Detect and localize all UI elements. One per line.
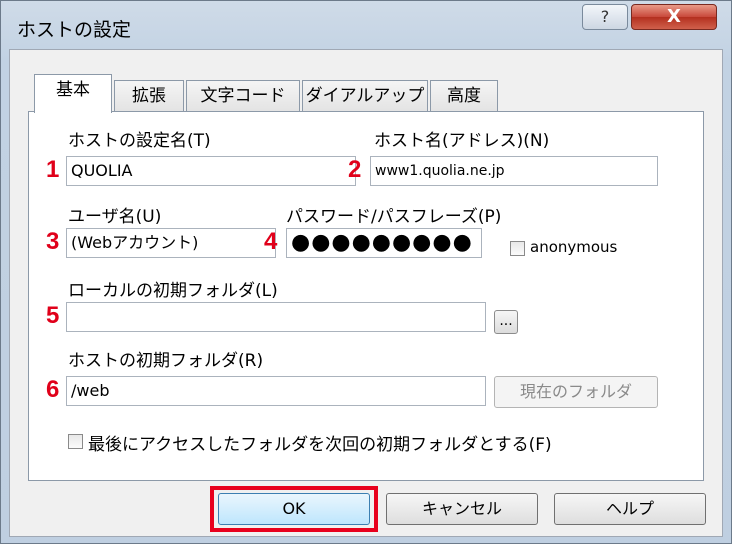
host-folder-input[interactable]: /web: [66, 376, 486, 406]
tab-extended[interactable]: 拡張: [114, 80, 184, 112]
cancel-button[interactable]: キャンセル: [386, 493, 538, 525]
host-setting-name-label: ホストの設定名(T): [68, 131, 211, 151]
annotation-6: 6: [46, 376, 60, 403]
annotation-1: 1: [46, 156, 60, 183]
anonymous-label[interactable]: anonymous: [530, 238, 617, 256]
password-label: パスワード/パスフレーズ(P): [286, 207, 502, 227]
last-folder-label[interactable]: 最後にアクセスしたフォルダを次回の初期フォルダとする(F): [88, 430, 552, 455]
help-button[interactable]: ヘルプ: [554, 493, 706, 525]
close-icon-button[interactable]: X: [631, 4, 717, 30]
local-folder-label: ローカルの初期フォルダ(L): [68, 281, 278, 301]
annotation-3: 3: [46, 228, 60, 255]
window-title: ホストの設定: [17, 19, 132, 41]
annotation-4: 4: [264, 228, 278, 255]
last-folder-checkbox[interactable]: [68, 434, 83, 449]
anonymous-checkbox[interactable]: [510, 241, 525, 256]
tab-character-code[interactable]: 文字コード: [186, 80, 300, 112]
title-bar[interactable]: ホストの設定 ? X: [1, 1, 731, 49]
annotation-2: 2: [348, 156, 362, 183]
ok-button[interactable]: OK: [218, 493, 370, 525]
current-folder-button[interactable]: 現在のフォルダ: [494, 376, 658, 408]
password-input[interactable]: ●●●●●●●●●: [286, 228, 482, 258]
tab-advanced[interactable]: 高度: [430, 80, 498, 112]
user-name-label: ユーザ名(U): [68, 207, 162, 227]
annotation-5: 5: [46, 302, 60, 329]
host-folder-label: ホストの初期フォルダ(R): [68, 351, 264, 371]
user-name-input[interactable]: (Webアカウント): [66, 228, 276, 258]
tab-dialup[interactable]: ダイアルアップ: [302, 80, 428, 112]
host-name-label: ホスト名(アドレス)(N): [374, 131, 550, 151]
host-setting-name-input[interactable]: QUOLIA: [66, 156, 356, 186]
host-name-input[interactable]: www1.quolia.ne.jp: [370, 156, 658, 186]
tab-basic[interactable]: 基本: [34, 74, 112, 113]
help-icon-button[interactable]: ?: [582, 4, 628, 30]
browse-local-folder-button[interactable]: ...: [494, 310, 518, 334]
local-folder-input[interactable]: [66, 302, 486, 332]
